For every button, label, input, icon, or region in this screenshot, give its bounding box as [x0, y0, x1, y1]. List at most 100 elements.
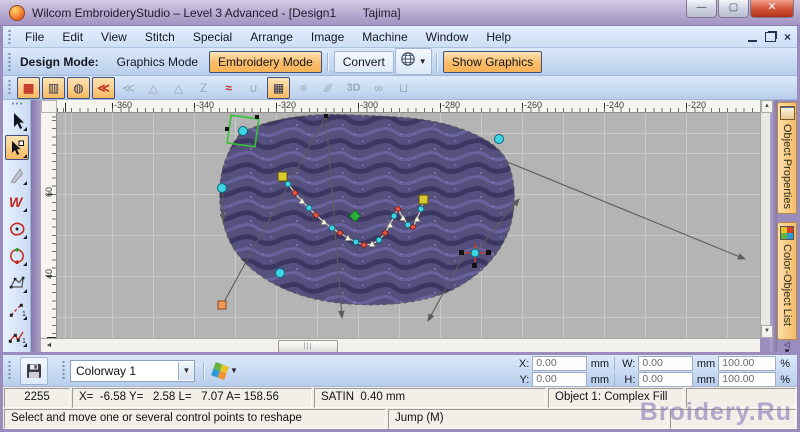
combo-dropdown-icon[interactable]: ▼: [178, 361, 194, 380]
menu-image[interactable]: Image: [302, 26, 353, 48]
chain-node[interactable]: [390, 212, 398, 220]
colorway-select[interactable]: Colorway 1 ▼: [70, 359, 195, 382]
toolbar-grip[interactable]: [8, 52, 11, 71]
complex-fill-tool[interactable]: [5, 216, 29, 241]
restore-button[interactable]: ▢: [718, 0, 749, 18]
chain-node[interactable]: [417, 205, 425, 213]
palette-grip[interactable]: [11, 102, 23, 105]
mdi-close-icon[interactable]: ×: [784, 31, 791, 43]
scale-y-field[interactable]: 100.00: [718, 372, 777, 387]
chain-node[interactable]: [328, 224, 336, 232]
stitch-count: 2255: [4, 388, 70, 408]
graphics-mode-button[interactable]: Graphics Mode: [108, 51, 207, 73]
menu-view[interactable]: View: [92, 26, 136, 48]
y-field[interactable]: 0.00: [532, 372, 587, 387]
embroidery-design[interactable]: [57, 113, 760, 338]
watermark: Broidery.Ru: [639, 398, 792, 426]
reshape-tool[interactable]: [5, 135, 29, 160]
scroll-down-icon[interactable]: ▼: [761, 325, 773, 338]
status-hint: Select and move one or several control p…: [4, 409, 386, 429]
fancy-fill-b-icon: △: [173, 80, 184, 95]
chain-node[interactable]: [352, 238, 360, 246]
colorway-palette-button[interactable]: ▼: [211, 361, 238, 380]
menu-arrange[interactable]: Arrange: [241, 26, 302, 48]
toolbar-grip[interactable]: [8, 359, 11, 382]
ruler-origin-button[interactable]: [41, 100, 57, 113]
chain-node[interactable]: [375, 236, 383, 244]
mdi-minimize-icon[interactable]: [747, 40, 757, 42]
w-field[interactable]: 0.00: [638, 356, 693, 371]
wave-stitch-icon[interactable]: ≈: [217, 77, 240, 99]
toolbar-grip[interactable]: [8, 79, 11, 96]
menu-window[interactable]: Window: [417, 26, 478, 48]
tab-object-properties[interactable]: Object Properties: [777, 102, 797, 214]
lettering-tool[interactable]: W: [5, 189, 29, 214]
chain-node[interactable]: [305, 204, 313, 212]
threed-effect-icon: 3D: [346, 81, 361, 94]
fill-stitch-icon[interactable]: ▦: [17, 76, 40, 99]
basket-icon: ⊔: [398, 80, 409, 95]
line-tool[interactable]: 1: [5, 297, 29, 322]
dimensions-panel: X: 0.00 mm W: 0.00 mm 100.00 % Y: 0.00 m…: [518, 356, 791, 387]
tatami-fill-icon[interactable]: ▥: [42, 76, 65, 99]
palette-dropdown-arrow[interactable]: ▼: [230, 366, 238, 375]
pattern-fill-icon[interactable]: ▦: [267, 76, 290, 99]
skew-stitch-icon: Z: [199, 80, 208, 95]
globe-dropdown-arrow[interactable]: ▼: [419, 57, 427, 66]
x-field[interactable]: 0.00: [532, 356, 587, 371]
fancy-fill-a-icon: △: [148, 80, 159, 95]
separator: [435, 52, 438, 71]
circle-tool[interactable]: [5, 243, 29, 268]
application-window: Wilcom EmbroideryStudio – Level 3 Advanc…: [0, 0, 800, 432]
app-flame-icon: [9, 5, 25, 21]
contour-stitch-icon: ≪: [122, 80, 135, 95]
chain-node[interactable]: [284, 180, 292, 188]
separator: [326, 52, 329, 71]
vertical-scrollbar[interactable]: ▲ ▼: [760, 100, 773, 338]
menu-machine[interactable]: Machine: [353, 26, 416, 48]
minimize-button[interactable]: —: [686, 0, 717, 18]
convert-button[interactable]: Convert: [333, 50, 394, 73]
show-graphics-button[interactable]: Show Graphics: [442, 50, 543, 73]
hoop-globe-button[interactable]: ▼: [394, 48, 432, 75]
horizontal-scrollbar[interactable]: ◄ |||: [41, 338, 760, 353]
scroll-up-icon[interactable]: ▲: [761, 100, 773, 113]
design-mode-toolbar: Design Mode: Graphics Mode Embroidery Mo…: [3, 48, 797, 76]
toolbar-grip[interactable]: [62, 359, 65, 382]
stitch-type-info: SATIN 0.40 mm: [314, 388, 546, 408]
knife-tool[interactable]: [5, 162, 29, 187]
menu-special[interactable]: Special: [184, 26, 241, 48]
window-controls: — ▢ ✕: [685, 0, 794, 18]
polyline-tool[interactable]: 1: [5, 324, 29, 349]
hatch-icon: ∕∕∕: [325, 80, 332, 95]
object-properties-icon: [779, 106, 795, 120]
window-title: Wilcom EmbroideryStudio – Level 3 Advanc…: [32, 6, 401, 20]
motif-fill-icon[interactable]: ◍: [67, 76, 90, 99]
title-bar[interactable]: Wilcom EmbroideryStudio – Level 3 Advanc…: [0, 0, 800, 26]
colorway-toolbar: Colorway 1 ▼ ▼ X: 0.00 mm W: 0.00 mm 100…: [3, 355, 797, 387]
polygon-reshape-tool[interactable]: [5, 270, 29, 295]
h-field[interactable]: 0.00: [638, 372, 693, 387]
menu-help[interactable]: Help: [477, 26, 520, 48]
mdi-restore-icon[interactable]: [764, 32, 776, 42]
embroidery-object-outline[interactable]: [219, 114, 515, 306]
menu-file[interactable]: File: [16, 26, 53, 48]
current-stitch: Jump (M): [388, 409, 668, 429]
save-design-button[interactable]: [20, 356, 48, 385]
menu-bar: File Edit View Stitch Special Arrange Im…: [3, 26, 797, 48]
mdi-window-controls: ×: [747, 30, 791, 44]
stitch-toolbar: ▦ ▥ ◍ ≪ ≪ △ △ Z ≈ ∪ ▦ ≡ ∕∕∕ 3D ∞ ⊔: [3, 76, 797, 100]
menu-stitch[interactable]: Stitch: [136, 26, 184, 48]
design-canvas[interactable]: [57, 113, 760, 338]
scale-x-field[interactable]: 100.00: [718, 356, 777, 371]
close-button[interactable]: ✕: [750, 0, 794, 18]
zigzag-stitch-icon[interactable]: ≪: [92, 76, 115, 99]
tab-color-object-list[interactable]: Color-Object List: [777, 222, 797, 340]
embroidery-mode-button[interactable]: Embroidery Mode: [209, 50, 322, 73]
u-stitch-icon: ∪: [249, 80, 258, 95]
scroll-left-icon[interactable]: ◄: [43, 340, 55, 352]
horizontal-ruler: -360 -340 -320 -300 -280 -260 -240 -220: [57, 100, 760, 113]
menubar-grip[interactable]: [8, 29, 11, 44]
menu-edit[interactable]: Edit: [53, 26, 92, 48]
select-tool[interactable]: [5, 108, 29, 133]
